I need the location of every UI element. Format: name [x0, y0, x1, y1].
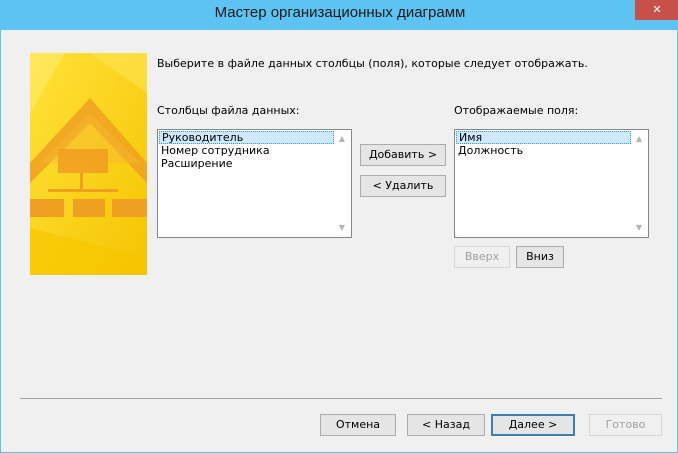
- scroll-up-icon[interactable]: ▲: [631, 131, 647, 147]
- available-columns-list[interactable]: Руководитель Номер сотрудника Расширение…: [157, 129, 352, 238]
- window-title: Мастер организационных диаграмм: [214, 4, 466, 21]
- displayed-fields-list[interactable]: Имя Должность ▲ ▼: [454, 129, 649, 238]
- close-button[interactable]: ✕: [635, 0, 678, 20]
- add-button[interactable]: Добавить >: [360, 144, 446, 166]
- available-columns-label: Столбцы файла данных:: [157, 104, 300, 117]
- scroll-up-icon[interactable]: ▲: [334, 131, 350, 147]
- list-item[interactable]: Руководитель: [159, 131, 334, 144]
- list-item[interactable]: Имя: [456, 131, 631, 144]
- move-down-button[interactable]: Вниз: [516, 246, 564, 268]
- next-button[interactable]: Далее >: [491, 414, 575, 436]
- close-icon: ✕: [652, 3, 662, 16]
- vertical-scrollbar[interactable]: ▲ ▼: [334, 131, 350, 236]
- displayed-fields-label: Отображаемые поля:: [454, 104, 579, 117]
- list-item[interactable]: Номер сотрудника: [159, 144, 334, 157]
- footer-separator: [20, 398, 662, 399]
- org-chart-illustration-icon: [30, 53, 147, 275]
- remove-button[interactable]: < Удалить: [360, 175, 446, 197]
- org-chart-banner-image: [30, 53, 147, 275]
- finish-button[interactable]: Готово: [589, 414, 662, 436]
- scroll-down-icon[interactable]: ▼: [631, 220, 647, 236]
- move-up-button[interactable]: Вверх: [454, 246, 510, 268]
- wizard-body: Выберите в файле данных столбцы (поля), …: [9, 30, 671, 445]
- list-item[interactable]: Расширение: [159, 157, 334, 170]
- instruction-text: Выберите в файле данных столбцы (поля), …: [157, 57, 588, 70]
- cancel-button[interactable]: Отмена: [320, 414, 396, 436]
- wizard-window: Мастер организационных диаграмм ✕ Выбери…: [0, 0, 678, 453]
- back-button[interactable]: < Назад: [407, 414, 485, 436]
- vertical-scrollbar[interactable]: ▲ ▼: [631, 131, 647, 236]
- scroll-down-icon[interactable]: ▼: [334, 220, 350, 236]
- list-item[interactable]: Должность: [456, 144, 631, 157]
- title-bar[interactable]: Мастер организационных диаграмм ✕: [1, 0, 678, 30]
